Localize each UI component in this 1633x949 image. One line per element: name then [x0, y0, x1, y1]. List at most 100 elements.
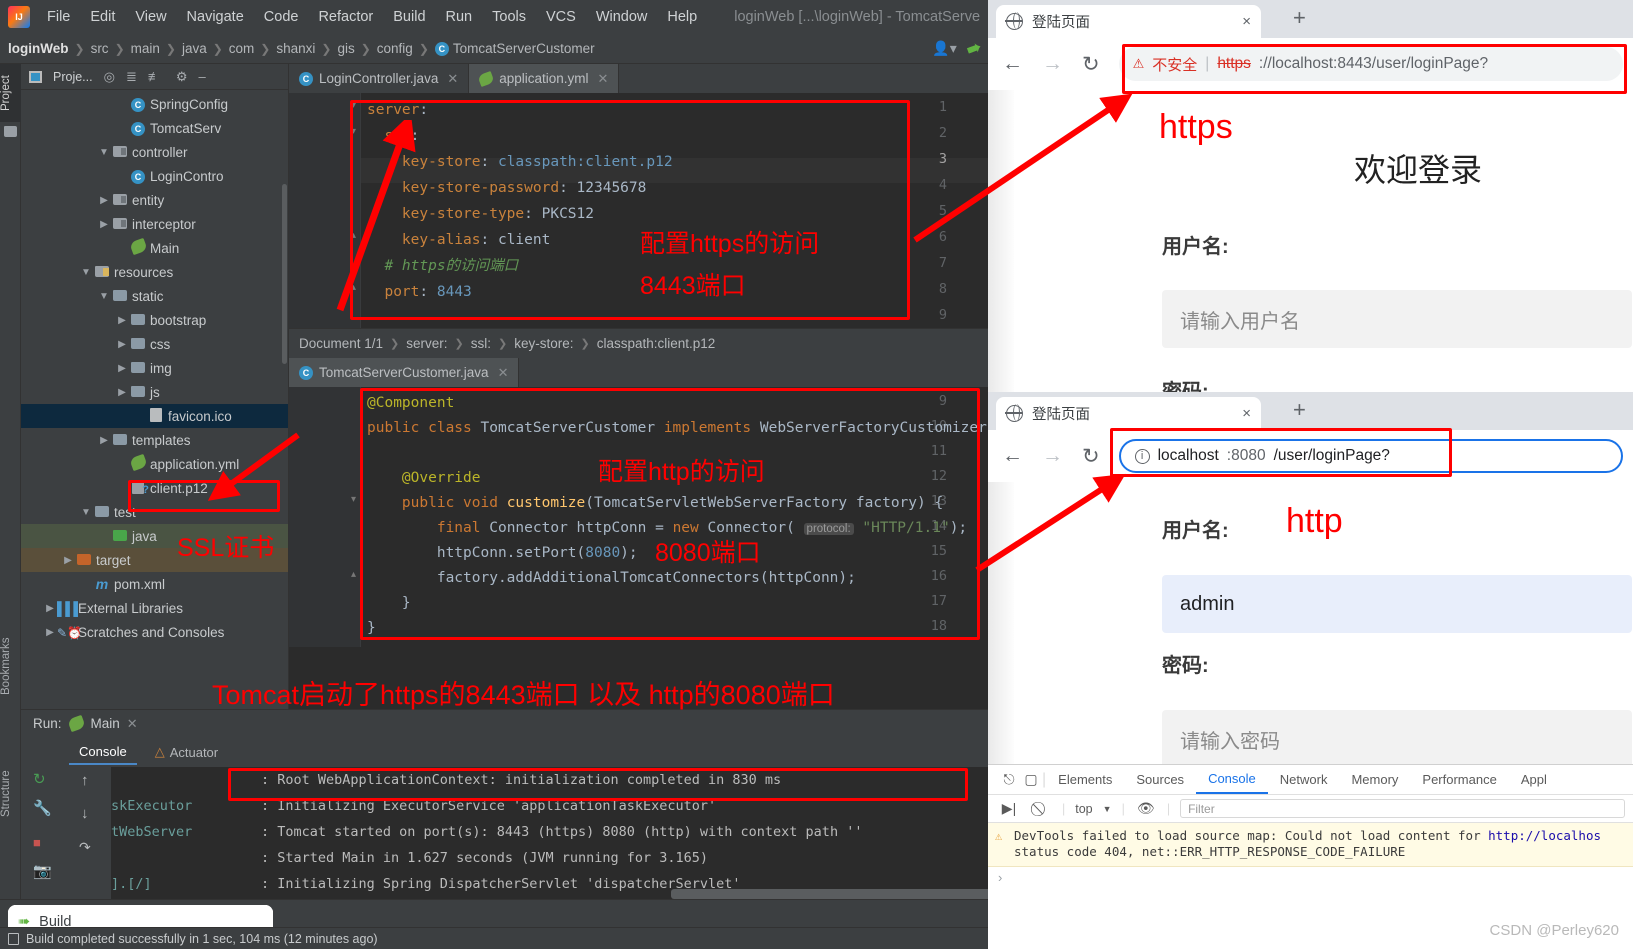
- address-bar[interactable]: ⚠ 不安全 | https://localhost:8443/user/logi…: [1119, 47, 1623, 81]
- tree-row-logincontro[interactable]: CLoginContro: [21, 164, 288, 188]
- chevron-down-icon[interactable]: ▼: [97, 147, 111, 158]
- stop-icon[interactable]: ■: [33, 835, 41, 850]
- tree-row-img[interactable]: ▶img: [21, 356, 288, 380]
- tree-row-tomcatserv[interactable]: CTomcatServ: [21, 116, 288, 140]
- breadcrumb-shanxi[interactable]: shanxi: [276, 41, 315, 56]
- security-status-label[interactable]: 不安全: [1152, 54, 1197, 75]
- forward-button[interactable]: →: [1042, 444, 1063, 468]
- menu-code[interactable]: Code: [255, 6, 308, 28]
- collapse-all-icon[interactable]: ≢: [148, 69, 161, 84]
- chevron-right-icon[interactable]: ▶: [61, 555, 75, 566]
- tree-row-controller[interactable]: ▼controller: [21, 140, 288, 164]
- locate-target-icon[interactable]: ◎: [104, 69, 115, 85]
- tree-row-interceptor[interactable]: ▶interceptor: [21, 212, 288, 236]
- expand-all-icon[interactable]: ≣: [126, 69, 137, 85]
- menu-build[interactable]: Build: [384, 6, 434, 28]
- tree-row-main[interactable]: Main: [21, 236, 288, 260]
- menu-vcs[interactable]: VCS: [537, 6, 585, 28]
- tree-row-static[interactable]: ▼static: [21, 284, 288, 308]
- devtools-tab-elements[interactable]: Elements: [1046, 766, 1124, 793]
- breadcrumb-config[interactable]: config: [377, 41, 413, 56]
- menu-tools[interactable]: Tools: [483, 6, 535, 28]
- reload-button[interactable]: ↻: [1082, 52, 1100, 77]
- tree-row-application-yml[interactable]: application.yml: [21, 452, 288, 476]
- rerun-icon[interactable]: ↻: [33, 770, 46, 788]
- fold-marker-icon[interactable]: ▾: [351, 494, 361, 505]
- console-prompt[interactable]: ›: [988, 867, 1633, 885]
- close-icon[interactable]: ×: [1242, 405, 1251, 422]
- tree-row-test[interactable]: ▼test: [21, 500, 288, 524]
- menu-help[interactable]: Help: [658, 6, 706, 28]
- java-code-editor[interactable]: 9 10 11 12 13 14 15 16 17 18 ● ● ●↑@ ▾ ▴…: [289, 387, 989, 647]
- tab-tomcatservercustomer-java[interactable]: C TomcatServerCustomer.java ✕: [289, 358, 519, 387]
- new-tab-button[interactable]: +: [1293, 397, 1306, 423]
- reload-button[interactable]: ↻: [1082, 444, 1100, 469]
- breadcrumb-src[interactable]: src: [91, 41, 109, 56]
- editor-gutter-bottom[interactable]: [289, 387, 361, 647]
- tab-actuator[interactable]: △ Actuator: [145, 740, 228, 764]
- tree-row-scratches-and-consoles[interactable]: ▶✎⏰Scratches and Consoles: [21, 620, 288, 644]
- devtools-tab-performance[interactable]: Performance: [1410, 766, 1508, 793]
- project-tree[interactable]: CSpringConfigCTomcatServ▼controllerCLogi…: [21, 91, 288, 709]
- tree-row-bootstrap[interactable]: ▶bootstrap: [21, 308, 288, 332]
- chevron-right-icon[interactable]: ▶: [115, 315, 129, 326]
- forward-button[interactable]: →: [1042, 52, 1063, 76]
- yaml-crumb-value[interactable]: classpath:client.p12: [597, 336, 716, 351]
- breadcrumb-main[interactable]: main: [131, 41, 160, 56]
- chevron-right-icon[interactable]: ▶: [97, 435, 111, 446]
- breadcrumb-loginweb[interactable]: loginWeb: [8, 41, 69, 56]
- run-config-name[interactable]: Main: [91, 716, 120, 731]
- inspect-element-icon[interactable]: ⎋: [998, 771, 1020, 788]
- tree-row-client-p12[interactable]: client.p12: [21, 476, 288, 500]
- devtools-tab-network[interactable]: Network: [1268, 766, 1340, 793]
- back-button[interactable]: ←: [1002, 52, 1023, 76]
- console-sidebar-icon[interactable]: ▶|: [998, 800, 1020, 817]
- tree-scrollbar[interactable]: [282, 184, 287, 364]
- tree-row-css[interactable]: ▶css: [21, 332, 288, 356]
- back-button[interactable]: ←: [1002, 444, 1023, 468]
- chevron-right-icon[interactable]: ▶: [43, 627, 57, 638]
- sidebar-item-bookmarks[interactable]: Bookmarks: [0, 624, 21, 709]
- tree-row-pom-xml[interactable]: mpom.xml: [21, 572, 288, 596]
- password-input[interactable]: 请输入密码: [1162, 710, 1632, 768]
- tree-row-entity[interactable]: ▶entity: [21, 188, 288, 212]
- clear-console-icon[interactable]: ⃠: [1030, 800, 1052, 817]
- chevron-right-icon[interactable]: ▶: [97, 195, 111, 206]
- user-dropdown-icon[interactable]: 👤▾: [932, 40, 956, 57]
- tab-console[interactable]: Console: [69, 740, 137, 765]
- arrow-up-icon[interactable]: ↑: [81, 772, 89, 789]
- tab-application-yml[interactable]: application.yml ✕: [469, 64, 619, 93]
- menu-view[interactable]: View: [126, 6, 175, 28]
- menu-navigate[interactable]: Navigate: [178, 6, 253, 28]
- sidebar-item-project[interactable]: Project: [0, 64, 21, 122]
- tree-row-external-libraries[interactable]: ▶▌▌▌External Libraries: [21, 596, 288, 620]
- sidebar-item-structure[interactable]: Structure: [0, 754, 21, 834]
- devtools-tab-application[interactable]: Appl: [1509, 766, 1559, 793]
- console-context-selector[interactable]: top: [1075, 802, 1092, 816]
- console-horizontal-scrollbar[interactable]: [671, 889, 989, 899]
- username-input[interactable]: admin: [1162, 575, 1632, 633]
- browser-tab-login-page[interactable]: 登陆页面 ×: [996, 397, 1261, 430]
- fold-marker-icon[interactable]: ▾: [351, 100, 361, 111]
- username-input[interactable]: 请输入用户名: [1162, 290, 1632, 348]
- arrow-down-icon[interactable]: ↓: [81, 805, 89, 822]
- chevron-right-icon[interactable]: ▶: [97, 219, 111, 230]
- tree-row-favicon-ico[interactable]: favicon.ico: [21, 404, 288, 428]
- new-tab-button[interactable]: +: [1293, 5, 1306, 31]
- chevron-right-icon[interactable]: ▶: [115, 387, 129, 398]
- yaml-crumb-server[interactable]: server:: [406, 336, 447, 351]
- devtools-tab-sources[interactable]: Sources: [1124, 766, 1196, 793]
- build-hammer-icon[interactable]: ➠: [964, 37, 984, 61]
- yaml-code-editor[interactable]: 1 2 3 4 5 6 7 8 9 ▾ ▾ ▴ ▴ server: ssl: k…: [289, 93, 989, 328]
- menu-file[interactable]: File: [38, 6, 79, 28]
- console-message-link[interactable]: http://localhos: [1488, 828, 1601, 843]
- settings-gear-icon[interactable]: ⚙: [176, 69, 188, 85]
- chevron-right-icon[interactable]: ▶: [43, 603, 57, 614]
- close-icon[interactable]: ✕: [498, 365, 509, 381]
- tree-row-springconfig[interactable]: CSpringConfig: [21, 92, 288, 116]
- menu-refactor[interactable]: Refactor: [309, 6, 382, 28]
- tree-row-resources[interactable]: ▼resources: [21, 260, 288, 284]
- breadcrumb-gis[interactable]: gis: [337, 41, 354, 56]
- info-circle-icon[interactable]: i: [1135, 449, 1150, 464]
- yaml-crumb-keystore[interactable]: key-store:: [514, 336, 573, 351]
